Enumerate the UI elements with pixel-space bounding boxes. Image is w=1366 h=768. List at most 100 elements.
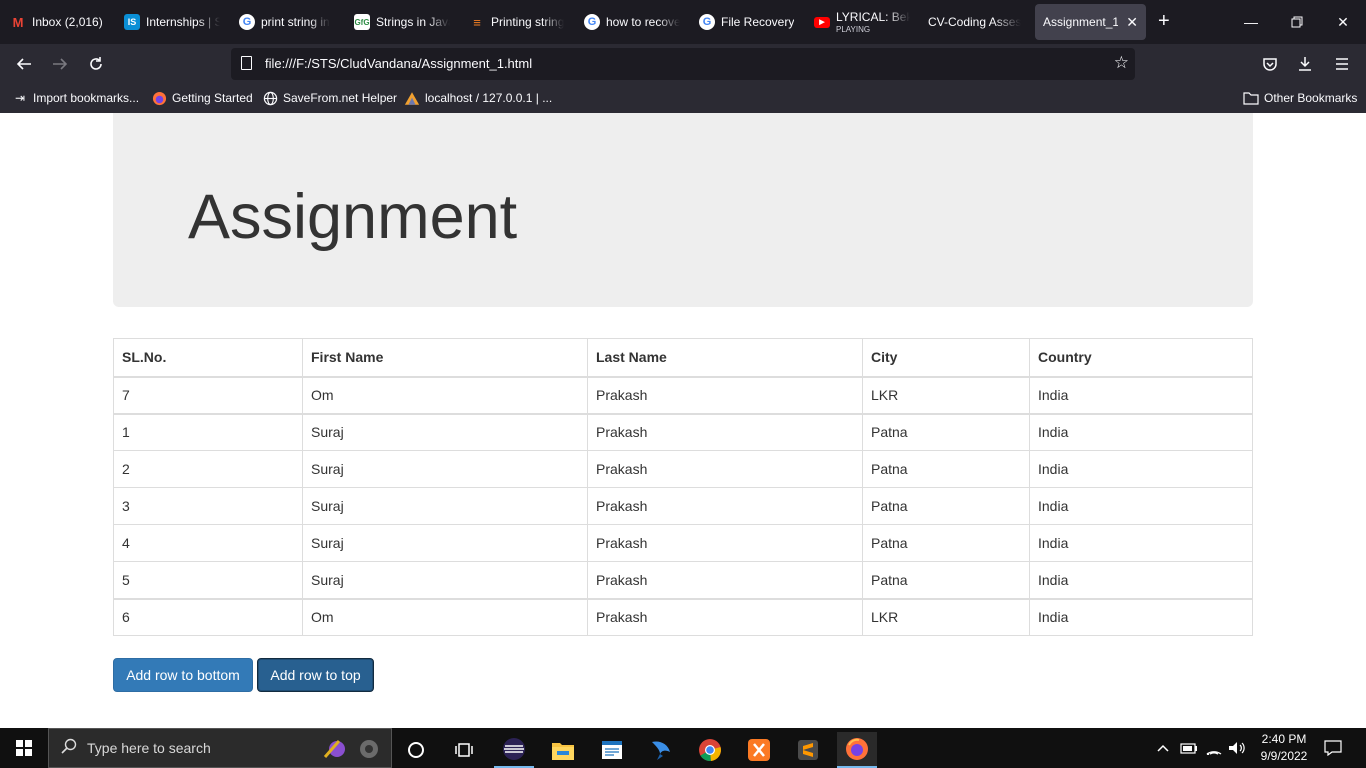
table-row: 3 Suraj Prakash Patna India	[113, 487, 1253, 525]
tab-stackoverflow[interactable]: ≡ Printing string	[469, 4, 565, 40]
tab-cv-coding[interactable]: CV-Coding Asses	[928, 4, 1024, 40]
tab-title: Inbox (2,016)	[32, 15, 103, 29]
table-row: 4 Suraj Prakash Patna India	[113, 524, 1253, 562]
youtube-icon: ▶	[814, 16, 830, 28]
clock-date: 9/9/2022	[1260, 749, 1308, 763]
task-view-icon[interactable]	[444, 732, 484, 768]
show-hidden-icons[interactable]	[1156, 728, 1170, 768]
file-explorer-icon[interactable]	[543, 732, 583, 768]
tab-google-1[interactable]: G print string in	[239, 4, 335, 40]
tab-google-2[interactable]: G how to recove	[584, 4, 680, 40]
tab-title: print string in	[261, 15, 330, 29]
header-country: Country	[1029, 338, 1253, 378]
cell-country: India	[1029, 487, 1253, 525]
table-row: 5 Suraj Prakash Patna India	[113, 561, 1253, 599]
search-placeholder: Type here to search	[87, 740, 211, 756]
url-bar[interactable]: file:///F:/STS/CludVandana/Assignment_1.…	[231, 48, 1135, 80]
cell-sl-no: 5	[113, 561, 303, 599]
tab-title: Internships | S	[146, 15, 220, 29]
table-row: 2 Suraj Prakash Patna India	[113, 450, 1253, 488]
other-bookmarks[interactable]: Other Bookmarks	[1243, 90, 1357, 106]
cell-first-name: Suraj	[302, 487, 588, 525]
search-icon	[61, 738, 77, 759]
taskbar-clock[interactable]: 2:40 PM 9/9/2022	[1252, 731, 1316, 765]
cell-city: Patna	[862, 561, 1030, 599]
globe-icon	[262, 90, 278, 106]
wifi-icon[interactable]	[1205, 728, 1223, 768]
bookmark-label: localhost / 127.0.0.1 | ...	[425, 91, 553, 105]
bookmark-localhost[interactable]: localhost / 127.0.0.1 | ...	[404, 90, 552, 106]
back-icon[interactable]	[12, 52, 36, 76]
sublime-text-icon[interactable]	[788, 732, 828, 768]
table-row: 7 Om Prakash LKR India	[113, 376, 1253, 414]
cell-country: India	[1029, 597, 1253, 636]
cell-first-name: Suraj	[302, 524, 588, 562]
forward-icon[interactable]	[48, 52, 72, 76]
tab-title: Strings in Java	[376, 15, 450, 29]
minimize-icon[interactable]: —	[1228, 0, 1274, 44]
chrome-icon[interactable]	[690, 732, 730, 768]
add-row-to-top-button[interactable]: Add row to top	[257, 658, 374, 692]
bookmark-savefrom[interactable]: SaveFrom.net Helper	[262, 90, 397, 106]
taskbar-search-box[interactable]: Type here to search	[48, 728, 392, 768]
tab-title: Assignment_1	[1043, 15, 1119, 29]
jumbotron: Assignment	[113, 113, 1253, 307]
table-row: 1 Suraj Prakash Patna India	[113, 412, 1253, 451]
cell-last-name: Prakash	[587, 487, 863, 525]
bookmark-getting-started[interactable]: Getting Started	[151, 90, 253, 106]
cell-sl-no: 7	[113, 376, 303, 414]
volume-icon[interactable]	[1228, 728, 1246, 768]
tab-internshala[interactable]: IS Internships | S	[124, 4, 220, 40]
firefox-taskbar-icon[interactable]	[837, 732, 877, 768]
bookmark-star-icon[interactable]: ☆	[1114, 53, 1129, 73]
cell-first-name: Om	[302, 376, 588, 414]
page-icon	[241, 56, 252, 70]
bookmark-label: Import bookmarks...	[33, 91, 140, 105]
url-text[interactable]: file:///F:/STS/CludVandana/Assignment_1.…	[265, 56, 532, 71]
reload-icon[interactable]	[84, 52, 108, 76]
cell-city: Patna	[862, 487, 1030, 525]
header-city: City	[862, 338, 1030, 378]
tab-assignment-active[interactable]: Assignment_1 ✕	[1035, 4, 1146, 40]
tab-google-3[interactable]: G File Recovery	[699, 4, 799, 40]
cell-sl-no: 4	[113, 524, 303, 562]
clock-time: 2:40 PM	[1261, 732, 1307, 746]
cortana-icon[interactable]	[396, 732, 436, 768]
table-row: 6 Om Prakash LKR India	[113, 597, 1253, 636]
tab-geeks[interactable]: GfG Strings in Java	[354, 4, 450, 40]
start-button[interactable]	[0, 728, 48, 768]
cell-last-name: Prakash	[587, 597, 863, 636]
add-row-to-bottom-button[interactable]: Add row to bottom	[113, 658, 253, 692]
cell-sl-no: 6	[113, 597, 303, 636]
restore-icon[interactable]	[1274, 0, 1320, 44]
notepad-icon[interactable]	[592, 732, 632, 768]
tab-gmail[interactable]: M Inbox (2,016)	[10, 4, 110, 40]
pocket-icon[interactable]	[1258, 52, 1282, 76]
bookmark-import[interactable]: ⇥ Import bookmarks...	[12, 90, 139, 106]
cell-city: LKR	[862, 376, 1030, 414]
bookmark-label: SaveFrom.net Helper	[283, 91, 398, 105]
cell-last-name: Prakash	[587, 524, 863, 562]
close-window-icon[interactable]: ✕	[1320, 0, 1366, 44]
cell-city: Patna	[862, 412, 1030, 451]
stackoverflow-icon: ≡	[473, 14, 481, 30]
cell-last-name: Prakash	[587, 412, 863, 451]
eclipse-icon[interactable]	[494, 732, 534, 768]
close-tab-icon[interactable]: ✕	[1126, 14, 1138, 31]
downloads-icon[interactable]	[1293, 52, 1317, 76]
browser-tab-strip: M Inbox (2,016) IS Internships | S G pri…	[0, 0, 1366, 44]
fish-icon[interactable]	[641, 732, 681, 768]
cell-country: India	[1029, 524, 1253, 562]
header-last-name: Last Name	[587, 338, 863, 378]
bookmark-label: Other Bookmarks	[1264, 91, 1358, 105]
header-first-name: First Name	[302, 338, 588, 378]
tab-youtube[interactable]: ▶ LYRICAL: Bekh PLAYING	[814, 4, 910, 40]
notifications-icon[interactable]	[1324, 728, 1342, 768]
battery-icon[interactable]	[1180, 728, 1198, 768]
cell-city: Patna	[862, 450, 1030, 488]
menu-icon[interactable]	[1330, 52, 1354, 76]
new-tab-icon[interactable]: +	[1158, 10, 1170, 32]
xampp-icon[interactable]	[739, 732, 779, 768]
phpmyadmin-icon	[404, 90, 420, 106]
google-icon: G	[239, 14, 255, 30]
